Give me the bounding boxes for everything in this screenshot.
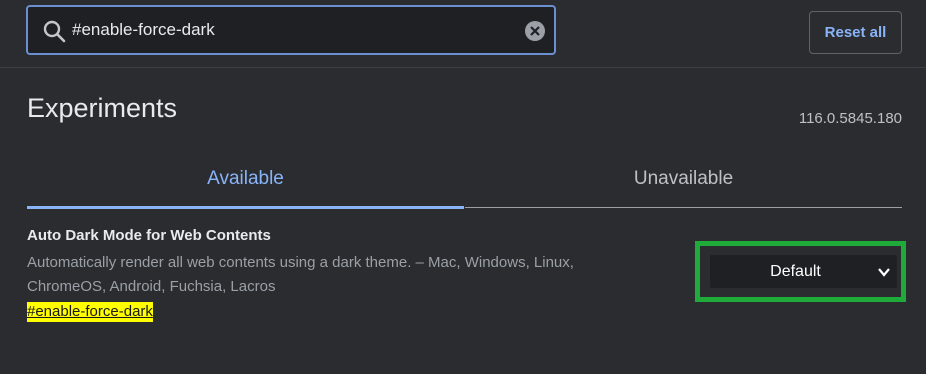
experiment-link[interactable]: #enable-force-dark (27, 302, 153, 322)
page-title: Experiments (27, 93, 178, 123)
search-box[interactable] (26, 5, 556, 55)
version-label: 116.0.5845.180 (798, 110, 902, 127)
experiment-description: Automatically render all web contents us… (27, 254, 574, 295)
tab-bar: Available Unavailable (27, 160, 902, 209)
tab-unavailable[interactable]: Unavailable (465, 160, 902, 208)
reset-all-button[interactable]: Reset all (809, 11, 902, 54)
tab-available[interactable]: Available (27, 160, 464, 209)
clear-icon[interactable] (524, 20, 546, 42)
experiment-select-dropdown[interactable]: Default (710, 255, 897, 288)
search-input[interactable] (72, 7, 512, 53)
chevron-down-icon (878, 268, 890, 277)
top-toolbar: Reset all (0, 0, 926, 68)
search-icon (43, 20, 66, 43)
select-value: Default (770, 262, 821, 280)
experiment-title: Auto Dark Mode for Web Contents (27, 227, 271, 244)
